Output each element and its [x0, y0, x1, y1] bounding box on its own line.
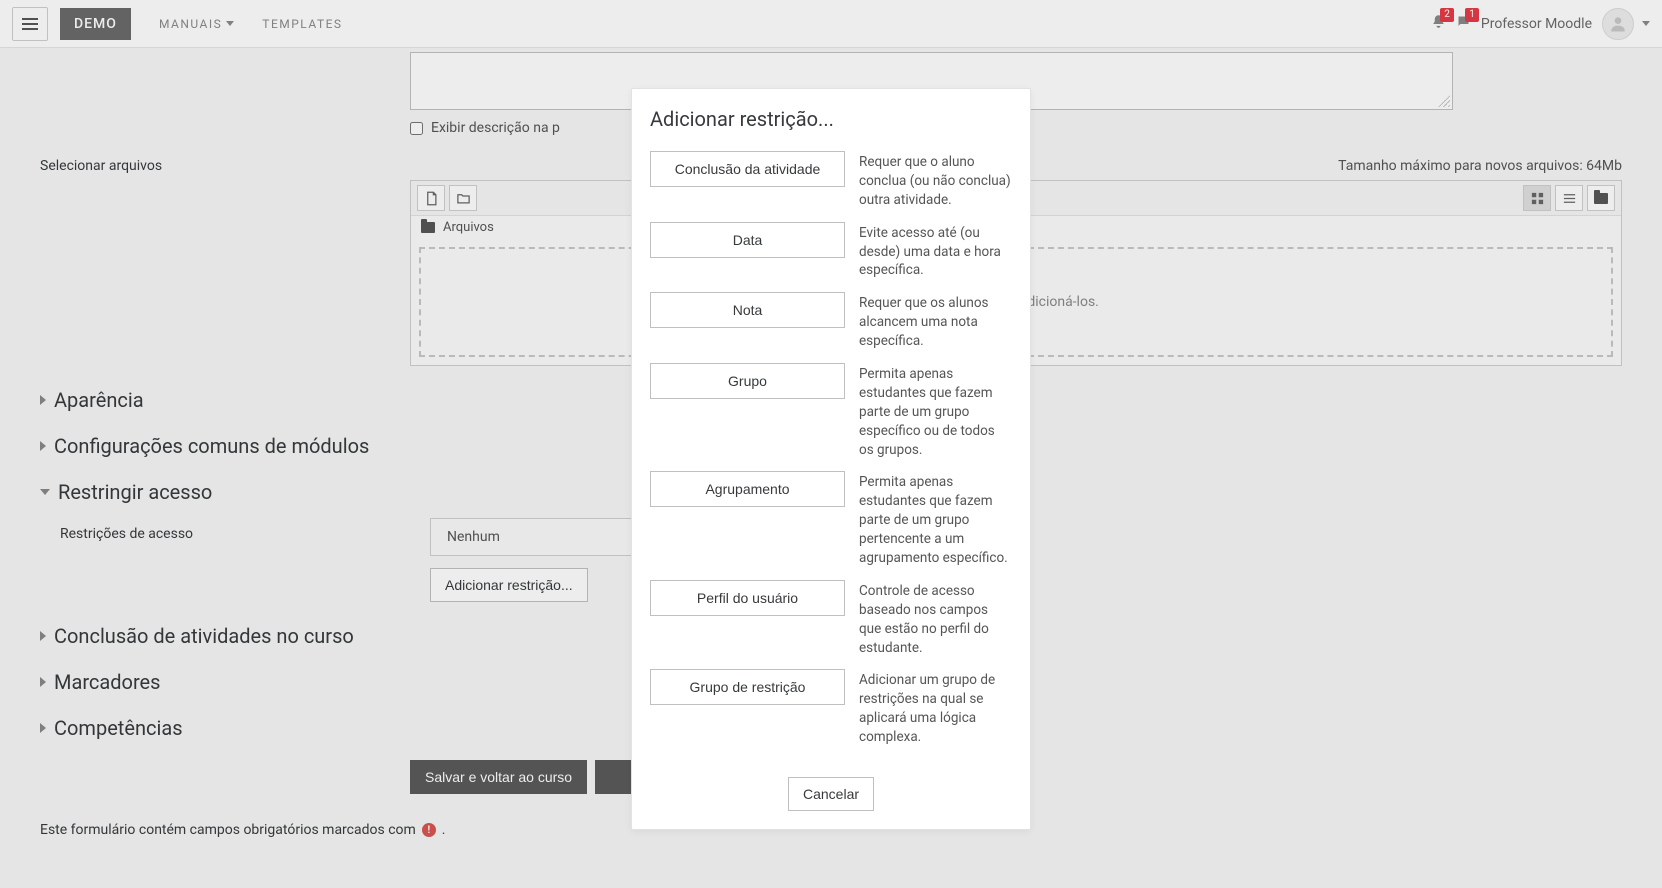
modal-body: Conclusão da atividade Requer que o alun… [632, 145, 1030, 763]
restriction-row: Agrupamento Permita apenas estudantes qu… [650, 465, 1012, 573]
restriction-row: Grupo de restrição Adicionar um grupo de… [650, 663, 1012, 753]
restriction-row: Conclusão da atividade Requer que o alun… [650, 145, 1012, 216]
add-restriction-modal: Adicionar restrição... Conclusão da ativ… [631, 88, 1031, 830]
restriction-completion-desc: Requer que o aluno conclua (ou não concl… [859, 151, 1012, 210]
modal-title: Adicionar restrição... [632, 89, 1030, 145]
restriction-grade-button[interactable]: Nota [650, 292, 845, 328]
restriction-group-desc: Permita apenas estudantes que fazem part… [859, 363, 1012, 459]
modal-cancel-button[interactable]: Cancelar [788, 777, 874, 811]
restriction-grouping-button[interactable]: Agrupamento [650, 471, 845, 507]
restriction-row: Grupo Permita apenas estudantes que faze… [650, 357, 1012, 465]
restriction-row: Perfil do usuário Controle de acesso bas… [650, 574, 1012, 664]
restriction-date-button[interactable]: Data [650, 222, 845, 258]
restriction-date-desc: Evite acesso até (ou desde) uma data e h… [859, 222, 1012, 281]
restriction-completion-button[interactable]: Conclusão da atividade [650, 151, 845, 187]
modal-footer: Cancelar [632, 763, 1030, 829]
restriction-grade-desc: Requer que os alunos alcancem uma nota e… [859, 292, 1012, 351]
restriction-row: Data Evite acesso até (ou desde) uma dat… [650, 216, 1012, 287]
restriction-group-button[interactable]: Grupo [650, 363, 845, 399]
restriction-restrictiongroup-desc: Adicionar um grupo de restrições na qual… [859, 669, 1012, 747]
restriction-userprofile-button[interactable]: Perfil do usuário [650, 580, 845, 616]
modal-backdrop[interactable]: Adicionar restrição... Conclusão da ativ… [0, 0, 1662, 888]
restriction-restrictiongroup-button[interactable]: Grupo de restrição [650, 669, 845, 705]
restriction-grouping-desc: Permita apenas estudantes que fazem part… [859, 471, 1012, 567]
restriction-row: Nota Requer que os alunos alcancem uma n… [650, 286, 1012, 357]
restriction-userprofile-desc: Controle de acesso baseado nos campos qu… [859, 580, 1012, 658]
